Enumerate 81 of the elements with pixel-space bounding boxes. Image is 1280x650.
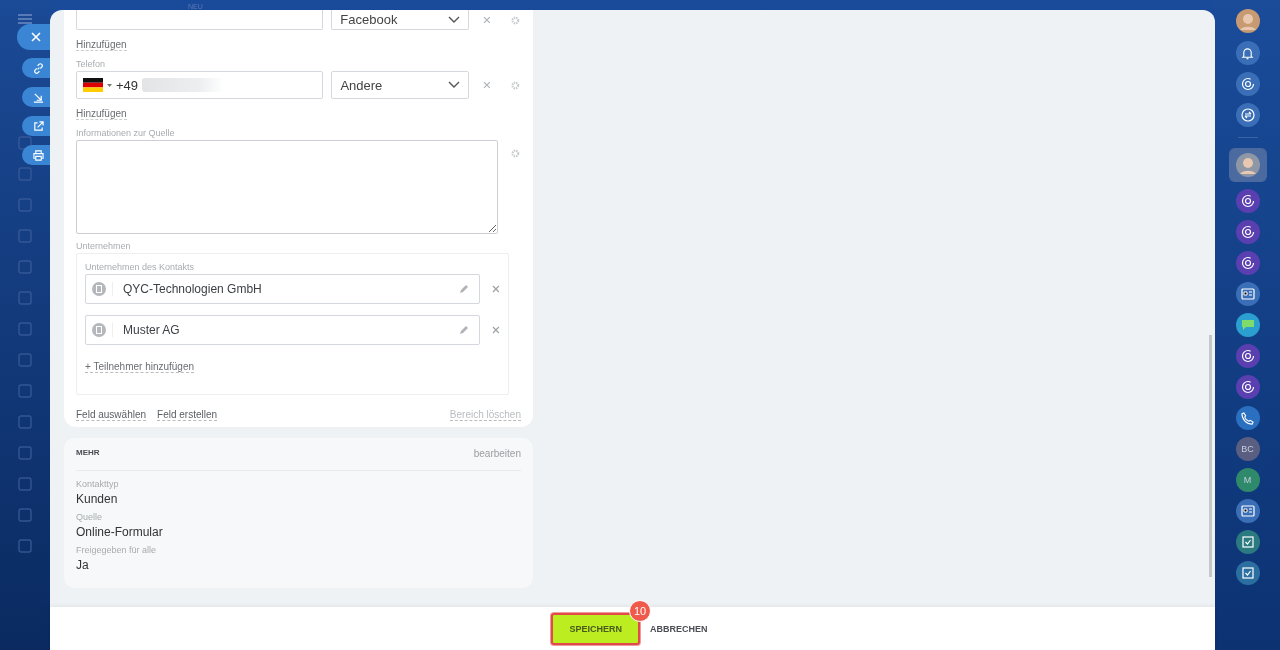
section-title: MEHR bbox=[76, 448, 100, 459]
caret-icon[interactable] bbox=[107, 83, 112, 87]
check-icon[interactable] bbox=[1235, 561, 1260, 585]
building-icon bbox=[92, 323, 106, 337]
nav-icon[interactable] bbox=[18, 539, 32, 553]
company-field[interactable]: Muster AG bbox=[85, 315, 481, 345]
settings-icon[interactable] bbox=[510, 79, 521, 91]
chevron-down-icon bbox=[447, 15, 460, 24]
field-label: Kontakttyp bbox=[76, 479, 120, 489]
settings-icon[interactable] bbox=[510, 148, 521, 159]
footer-link[interactable]: Feld erstellen bbox=[157, 409, 218, 421]
external-link-icon bbox=[32, 120, 44, 132]
field-value: Ja bbox=[76, 558, 90, 572]
close-icon bbox=[30, 32, 41, 42]
close-button[interactable] bbox=[17, 24, 50, 50]
pencil-icon[interactable] bbox=[459, 325, 470, 335]
nav-icon[interactable] bbox=[18, 229, 32, 243]
ring-icon[interactable] bbox=[1235, 72, 1260, 96]
scrollbar[interactable] bbox=[1209, 335, 1212, 577]
field-label: Unternehmen bbox=[76, 241, 132, 251]
menu-icon[interactable] bbox=[18, 14, 32, 24]
download-button[interactable] bbox=[22, 87, 50, 107]
add-link[interactable]: Hinzufügen bbox=[76, 39, 127, 51]
print-button[interactable] bbox=[22, 145, 50, 165]
type-select[interactable]: Andere bbox=[331, 71, 469, 99]
text-area[interactable] bbox=[76, 140, 499, 234]
nav-icon[interactable] bbox=[18, 508, 32, 522]
link-icon bbox=[32, 62, 44, 74]
initials-avatar[interactable]: BC bbox=[1235, 437, 1260, 461]
flag-icon[interactable] bbox=[83, 78, 103, 92]
field-label: Freigegeben für alle bbox=[76, 545, 158, 555]
link-button[interactable] bbox=[22, 58, 50, 78]
add-participant-link[interactable]: + Teilnehmer hinzufügen bbox=[85, 361, 195, 373]
nav-icon[interactable] bbox=[18, 322, 32, 336]
type-select[interactable]: Facebook bbox=[331, 10, 469, 30]
nav-icon[interactable] bbox=[18, 260, 32, 274]
field-label: Telefon bbox=[76, 59, 107, 69]
ring-icon[interactable] bbox=[1235, 251, 1260, 275]
card-icon[interactable] bbox=[1235, 499, 1260, 523]
nav-icon[interactable] bbox=[18, 198, 32, 212]
nav-icon[interactable] bbox=[18, 167, 32, 181]
user-avatar[interactable] bbox=[1234, 8, 1261, 34]
nav-icon[interactable] bbox=[18, 353, 32, 367]
nav-icon[interactable] bbox=[18, 291, 32, 305]
card-icon[interactable] bbox=[1235, 282, 1260, 306]
phone-icon[interactable] bbox=[1235, 406, 1260, 430]
bell-icon[interactable] bbox=[1235, 41, 1260, 65]
phone-field[interactable]: +49 bbox=[76, 71, 324, 99]
pencil-icon[interactable] bbox=[459, 284, 470, 294]
add-link[interactable]: Hinzufügen bbox=[76, 108, 127, 120]
selected-chat-avatar[interactable] bbox=[1228, 148, 1267, 182]
nav-icon[interactable] bbox=[18, 446, 32, 460]
download-icon bbox=[32, 91, 44, 103]
step-badge: 10 bbox=[629, 599, 651, 622]
field-label: Quelle bbox=[76, 512, 103, 522]
ring-icon[interactable] bbox=[1235, 189, 1260, 213]
chevron-down-icon bbox=[447, 81, 460, 89]
chat-icon[interactable] bbox=[1235, 313, 1260, 337]
field-label: Informationen zur Quelle bbox=[76, 128, 176, 138]
ring-icon[interactable] bbox=[1235, 375, 1260, 399]
field-label: Unternehmen des Kontakts bbox=[85, 262, 196, 272]
ring-icon[interactable] bbox=[1235, 220, 1260, 244]
remove-icon[interactable] bbox=[482, 81, 491, 89]
nav-icon[interactable] bbox=[18, 384, 32, 398]
building-icon bbox=[92, 282, 106, 296]
field-value: Kunden bbox=[76, 492, 119, 506]
company-field[interactable]: QYC-Technologien GmbH bbox=[85, 274, 481, 304]
check-icon[interactable] bbox=[1235, 530, 1260, 554]
printer-icon bbox=[32, 149, 44, 161]
swap-icon[interactable] bbox=[1235, 103, 1260, 127]
nav-icon[interactable] bbox=[18, 415, 32, 429]
footer-link[interactable]: Feld auswählen bbox=[76, 409, 147, 421]
remove-icon[interactable] bbox=[482, 16, 491, 24]
remove-icon[interactable] bbox=[492, 285, 500, 293]
remove-icon[interactable] bbox=[492, 326, 500, 334]
nav-icon[interactable] bbox=[18, 477, 32, 491]
settings-icon[interactable] bbox=[510, 14, 521, 26]
ring-icon[interactable] bbox=[1235, 344, 1260, 368]
field-value: Online-Formular bbox=[76, 525, 164, 539]
text-field[interactable] bbox=[76, 10, 324, 30]
external-link-button[interactable] bbox=[22, 116, 50, 136]
